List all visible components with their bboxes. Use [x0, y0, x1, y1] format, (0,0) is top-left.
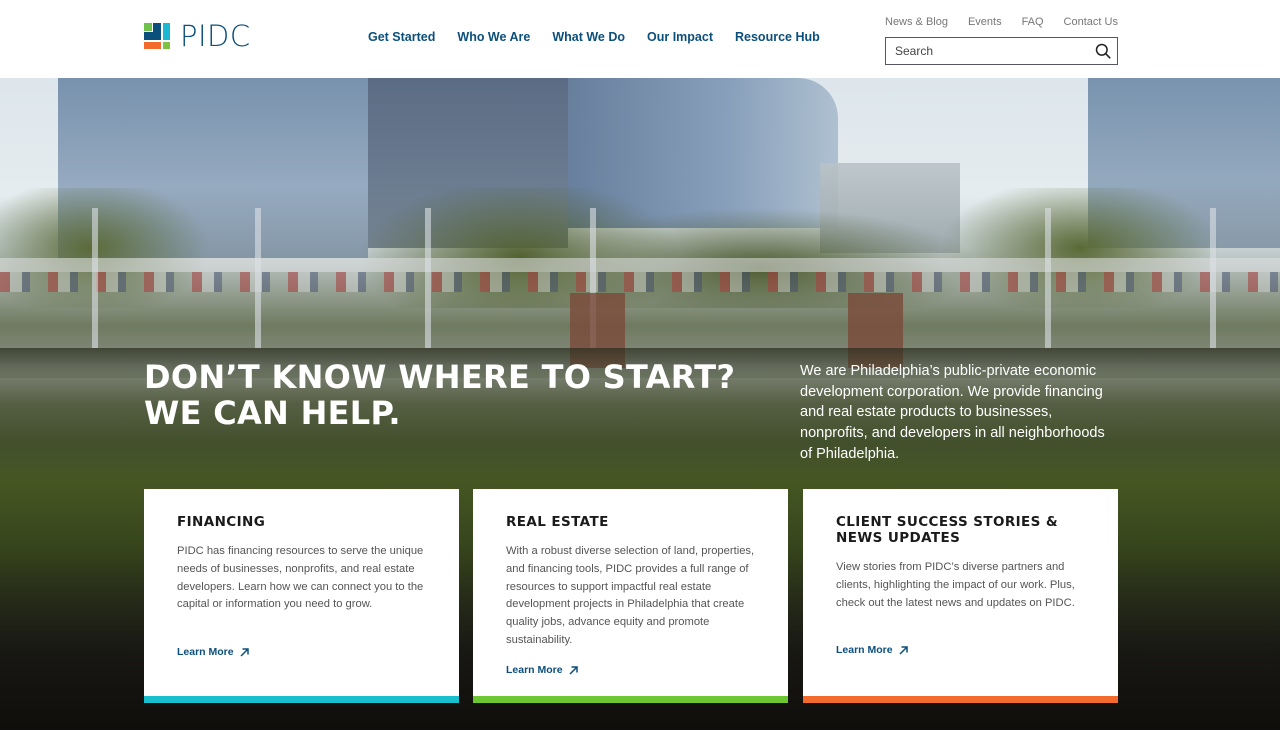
- card-financing: Financing PIDC has financing resources t…: [144, 489, 459, 703]
- hero-background-banners: [0, 272, 1280, 292]
- util-events[interactable]: Events: [968, 16, 1002, 28]
- card-body: With a robust diverse selection of land,…: [506, 545, 755, 646]
- search-input[interactable]: [886, 38, 1089, 64]
- hero-section: Don’t know where to start? We can help. …: [0, 78, 1280, 730]
- card-real-estate: Real Estate With a robust diverse select…: [473, 489, 788, 703]
- nav-who-we-are[interactable]: Who We Are: [457, 30, 530, 44]
- search-button[interactable]: [1089, 38, 1117, 64]
- logo-text: PIDC: [180, 19, 251, 53]
- nav-resource-hub[interactable]: Resource Hub: [735, 30, 820, 44]
- learn-more-label: Learn More: [177, 646, 234, 658]
- search-icon: [1095, 43, 1111, 59]
- hero-title: Don’t know where to start? We can help.: [144, 358, 736, 432]
- pidc-logo[interactable]: PIDC: [144, 19, 251, 53]
- hero-background-pole: [255, 208, 261, 348]
- card-client-success-stories: Client Success Stories & News Updates Vi…: [803, 489, 1118, 703]
- main-nav: Get Started Who We Are What We Do Our Im…: [368, 30, 842, 44]
- util-news-blog[interactable]: News & Blog: [885, 16, 948, 28]
- card-accent-bar: [473, 696, 788, 703]
- util-faq[interactable]: FAQ: [1022, 16, 1044, 28]
- nav-what-we-do[interactable]: What We Do: [552, 30, 625, 44]
- learn-more-link[interactable]: Learn More: [177, 646, 249, 658]
- arrow-up-right-icon: [899, 645, 908, 655]
- card-body: PIDC has financing resources to serve th…: [177, 545, 424, 611]
- learn-more-label: Learn More: [506, 664, 563, 676]
- util-contact-us[interactable]: Contact Us: [1064, 16, 1118, 28]
- card-title: Real Estate: [506, 514, 609, 530]
- card-accent-bar: [144, 696, 459, 703]
- hero-background-pole: [1045, 208, 1051, 348]
- hero-background-canopy: [0, 258, 1280, 272]
- nav-our-impact[interactable]: Our Impact: [647, 30, 713, 44]
- nav-get-started[interactable]: Get Started: [368, 30, 435, 44]
- card-title: Financing: [177, 514, 266, 530]
- utility-nav: News & Blog Events FAQ Contact Us: [885, 16, 1118, 28]
- card-accent-bar: [803, 696, 1118, 703]
- hero-background-pole: [92, 208, 98, 348]
- logo-mark-icon: [144, 23, 170, 49]
- card-body: View stories from PIDC’s diverse partner…: [836, 561, 1075, 609]
- hero-background-pole: [425, 208, 431, 348]
- learn-more-label: Learn More: [836, 644, 893, 656]
- learn-more-link[interactable]: Learn More: [836, 644, 908, 656]
- card-title: Client Success Stories & News Updates: [836, 514, 1059, 546]
- site-header: PIDC Get Started Who We Are What We Do O…: [0, 0, 1280, 78]
- search-box: [885, 37, 1118, 65]
- arrow-up-right-icon: [240, 647, 249, 657]
- hero-description: We are Philadelphia’s public-private eco…: [800, 363, 1105, 462]
- arrow-up-right-icon: [569, 665, 578, 675]
- learn-more-link[interactable]: Learn More: [506, 664, 578, 676]
- hero-background-pole: [1210, 208, 1216, 348]
